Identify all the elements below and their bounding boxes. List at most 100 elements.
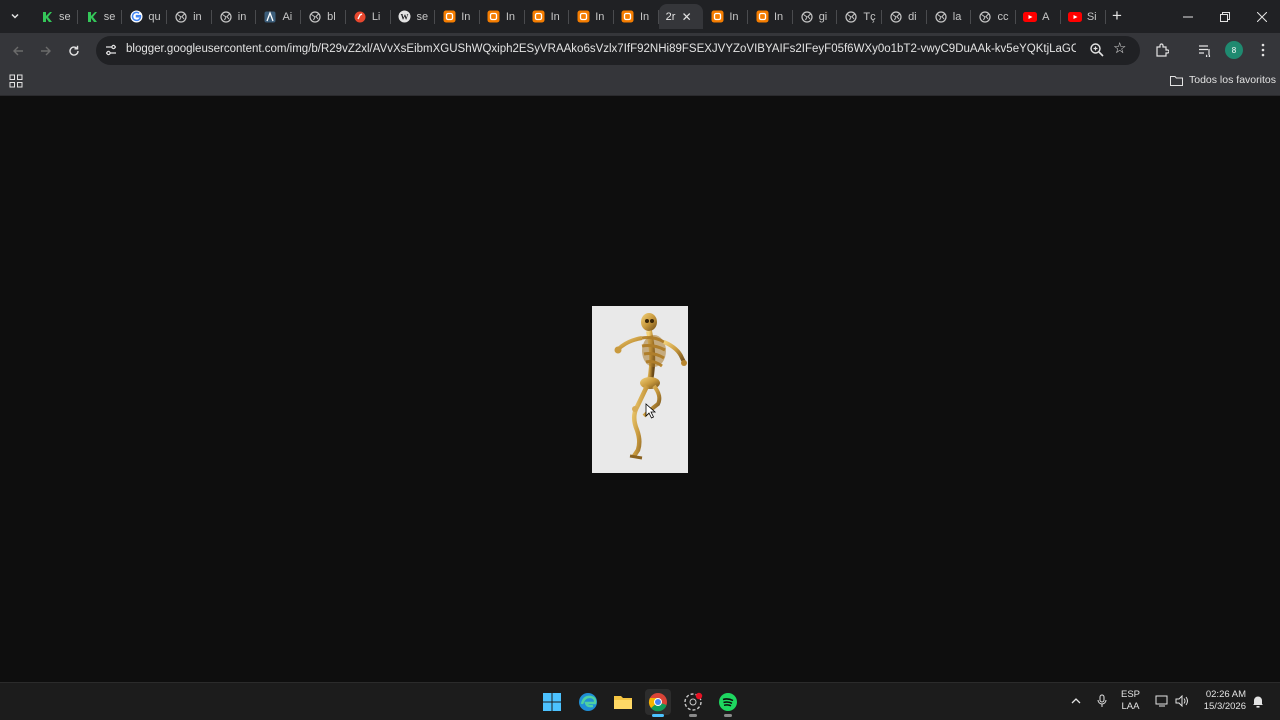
tab-title: se [103,10,116,23]
reload-icon [69,45,79,56]
tab[interactable]: Ai [256,4,301,29]
tab[interactable]: In [435,4,480,29]
tab[interactable]: in [212,4,257,29]
tab[interactable]: cc [971,4,1016,29]
globe-icon [308,10,322,24]
tab-title: Ai [282,10,293,23]
tab[interactable]: Wse [391,4,436,29]
system-clock[interactable]: 02:26 AM 15/3/2026 [1196,689,1246,713]
google-icon [129,10,143,24]
site-settings-icon[interactable] [104,43,118,57]
blogger-icon [710,10,724,24]
tab[interactable]: In [480,4,525,29]
globe-icon [978,10,992,24]
dancing-skeleton-figure [614,313,687,460]
extensions-button[interactable] [1153,41,1171,59]
browser-menu-button[interactable] [1254,41,1272,59]
clock-time: 02:26 AM [1205,689,1246,700]
forward-button[interactable] [34,39,58,63]
tab[interactable]: gi [793,4,838,29]
notifications-button[interactable] [1251,694,1265,708]
red-compass-icon [353,10,367,24]
tab[interactable]: In [614,4,659,29]
tab-title: Li [371,10,381,23]
profile-avatar[interactable]: 8 [1225,41,1243,59]
tab-title: se [59,10,71,23]
close-icon [1256,11,1267,22]
tab-active[interactable]: 2r ✕ [658,4,704,29]
tab-title: In [550,10,560,23]
minimize-button[interactable] [1169,0,1206,33]
all-favorites-label: Todos los favoritos [1189,74,1276,86]
app-logo-icon [263,10,277,24]
tab[interactable]: Si [1061,4,1106,29]
tab[interactable]: qu [122,4,167,29]
taskbar-spotify[interactable] [715,689,741,717]
spotify-icon [719,693,737,711]
active-indicator [652,714,664,717]
tab[interactable]: Tç [837,4,882,29]
tab[interactable]: In [703,4,748,29]
tab-title: A [1042,10,1050,23]
puzzle-icon [1156,43,1169,57]
globe-icon [889,10,903,24]
language-indicator[interactable]: ESP LAA [1121,689,1140,713]
bookmark-star-icon[interactable]: ☆ [1113,41,1129,57]
tab[interactable]: In [525,4,570,29]
wordpress-icon: W [398,10,412,24]
taskbar-edge[interactable] [575,689,601,715]
media-control-button[interactable] [1196,41,1214,59]
show-hidden-icons-button[interactable] [1069,694,1083,708]
tab[interactable]: la [927,4,972,29]
page-viewport [0,97,1280,682]
tab-search-button[interactable] [4,5,26,27]
folder-icon [1170,75,1183,86]
taskbar-app-notification[interactable] [680,689,706,717]
back-button[interactable] [6,39,30,63]
file-explorer-icon [614,696,632,709]
url-text[interactable]: blogger.googleusercontent.com/img/b/R29v… [126,43,1076,55]
reload-button[interactable] [62,39,86,63]
new-tab-button[interactable]: + [1108,6,1126,25]
volume-tray[interactable] [1175,694,1189,708]
tab[interactable]: In [748,4,793,29]
tab[interactable]: A [1016,4,1061,29]
tab-title: bl [327,10,336,23]
keyboard-layout: LAA [1121,701,1140,712]
all-favorites-folder[interactable]: Todos los favoritos [1170,74,1276,86]
chrome-icon [648,693,667,712]
tab[interactable]: se [33,4,78,29]
microphone-tray[interactable] [1095,694,1109,708]
zoom-icon[interactable] [1089,42,1105,58]
tab-title: In [505,10,516,23]
minimize-icon [1182,16,1193,17]
network-tray[interactable] [1155,694,1169,708]
start-button[interactable] [539,689,565,715]
mouse-cursor-icon [645,403,657,419]
tab[interactable]: se [78,4,123,29]
tab-title: gi [818,10,828,23]
restore-button[interactable] [1206,0,1243,33]
tab-title: qu [148,10,161,23]
tab[interactable]: bl [301,4,346,29]
arrow-right-icon [41,46,51,56]
taskbar-chrome[interactable] [645,689,671,717]
tab[interactable]: Li [346,4,391,29]
blogger-icon [487,10,501,24]
taskbar-file-explorer[interactable] [610,689,636,715]
tab-title: di [908,10,917,23]
close-tab-icon[interactable]: ✕ [682,10,692,24]
tab-title: cc [997,10,1009,23]
speaker-icon [1175,695,1188,707]
tab-title: in [237,10,247,23]
restore-icon [1219,11,1230,22]
tab-title: in [193,10,202,23]
address-bar[interactable]: blogger.googleusercontent.com/img/b/R29v… [96,36,1140,65]
tab[interactable]: in [167,4,212,29]
language-code: ESP [1121,689,1141,700]
apps-grid-icon[interactable] [9,74,23,88]
close-window-button[interactable] [1243,0,1280,33]
network-icon [1155,695,1168,707]
tab[interactable]: di [882,4,927,29]
tab[interactable]: In [569,4,614,29]
